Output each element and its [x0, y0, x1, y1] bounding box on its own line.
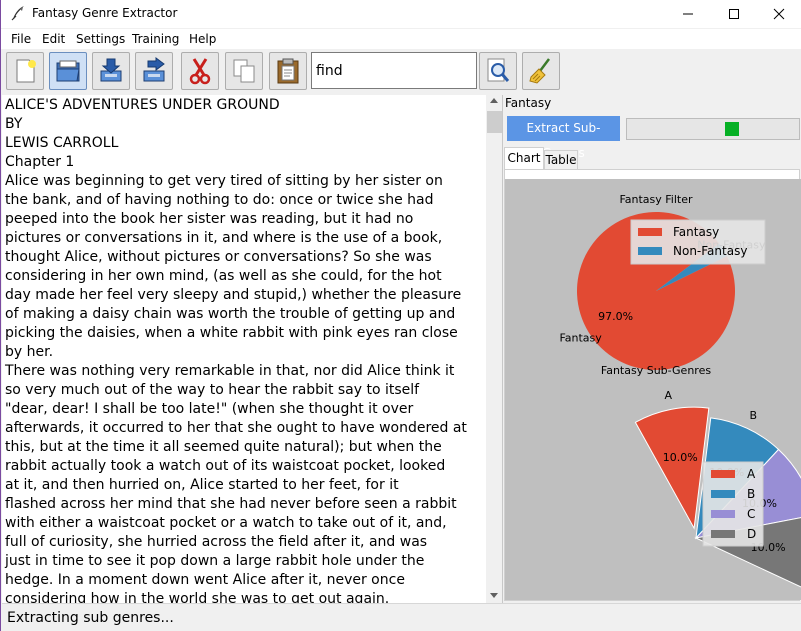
pie-outer-label: Fantasy	[559, 331, 602, 344]
close-button[interactable]	[756, 0, 801, 28]
paste-button[interactable]	[269, 52, 307, 90]
open-folder-icon	[56, 60, 80, 82]
search-icon	[487, 58, 510, 82]
document-text-area[interactable]: ALICE'S ADVENTURES UNDER GROUND BY LEWIS…	[2, 95, 503, 603]
new-icon	[16, 59, 36, 83]
legend-label: C	[747, 507, 755, 521]
status-bar: Extracting sub genres...	[2, 603, 801, 631]
legend-swatch	[638, 247, 662, 255]
quill-pen-icon	[11, 6, 24, 21]
legend-label: Fantasy	[673, 225, 719, 239]
legend-label: A	[747, 467, 756, 481]
extract-sub-genres-button[interactable]: Extract Sub-Genres	[507, 116, 620, 160]
clear-broom-icon	[529, 58, 550, 84]
menu-training[interactable]: Training	[132, 32, 179, 46]
legend-swatch	[711, 470, 735, 478]
progress-bar	[626, 118, 800, 140]
legend-swatch	[711, 510, 735, 518]
import-icon	[100, 58, 122, 82]
minimize-button[interactable]	[665, 0, 711, 28]
tab-chart[interactable]: Chart	[504, 147, 544, 169]
close-icon	[773, 8, 785, 20]
legend-swatch	[711, 490, 735, 498]
toolbar	[1, 49, 801, 93]
window-title: Fantasy Genre Extractor	[32, 6, 178, 20]
status-text: Extracting sub genres...	[7, 610, 174, 626]
progress-bar-chunk	[725, 122, 739, 136]
cut-button[interactable]	[181, 52, 219, 90]
search-button[interactable]	[479, 52, 517, 90]
legend-label: B	[747, 487, 755, 501]
open-file-button[interactable]	[49, 52, 87, 90]
chart-canvas: 97.0% Fantasy Non-Fantasy Fantasy Filter Fan…	[505, 179, 801, 600]
find-input[interactable]	[311, 52, 477, 89]
legend-swatch	[711, 530, 735, 538]
legend-label: D	[747, 527, 756, 541]
import-button[interactable]	[92, 52, 130, 90]
cut-icon	[189, 58, 211, 85]
scroll-up-icon[interactable]	[490, 98, 498, 103]
fantasy-panel: Fantasy Extract Sub-Genres Chart Table 9…	[504, 95, 801, 603]
minimize-icon	[683, 13, 693, 15]
document-text: ALICE'S ADVENTURES UNDER GROUND BY LEWIS…	[5, 97, 467, 603]
chart-title: Fantasy Filter	[619, 193, 693, 206]
menu-bar: File Edit Settings Training Help	[1, 29, 801, 49]
pie-outer-label: A	[664, 389, 672, 402]
copy-icon	[233, 59, 255, 83]
maximize-icon	[729, 9, 739, 19]
tab-table[interactable]: Table	[544, 150, 578, 169]
menu-edit[interactable]: Edit	[42, 32, 65, 46]
paste-icon	[277, 58, 299, 84]
pie-outer-label: B	[749, 409, 757, 422]
maximize-button[interactable]	[711, 0, 757, 28]
legend-swatch	[638, 228, 662, 236]
scroll-down-icon[interactable]	[490, 593, 498, 598]
export-button[interactable]	[135, 52, 173, 90]
new-document-button[interactable]	[6, 52, 44, 90]
clear-button[interactable]	[522, 52, 560, 90]
pie-pct-label: 97.0%	[598, 310, 633, 323]
chart-tab-panel: 97.0% Fantasy Non-Fantasy Fantasy Filter Fan…	[504, 169, 801, 601]
scroll-thumb[interactable]	[487, 111, 502, 133]
legend-label: Non-Fantasy	[673, 244, 747, 258]
copy-button[interactable]	[225, 52, 263, 90]
menu-settings[interactable]: Settings	[76, 32, 125, 46]
export-icon	[143, 57, 165, 82]
menu-help[interactable]: Help	[189, 32, 216, 46]
pie-pct-label: 10.0%	[663, 451, 698, 464]
application-window: Fantasy Genre Extractor File Edit Settin…	[0, 0, 801, 631]
panel-group-label: Fantasy	[505, 96, 552, 110]
title-bar: Fantasy Genre Extractor	[1, 0, 801, 28]
chart-title: Fantasy Sub-Genres	[601, 364, 711, 377]
menu-file[interactable]: File	[11, 32, 31, 46]
vertical-scrollbar[interactable]	[486, 95, 502, 603]
